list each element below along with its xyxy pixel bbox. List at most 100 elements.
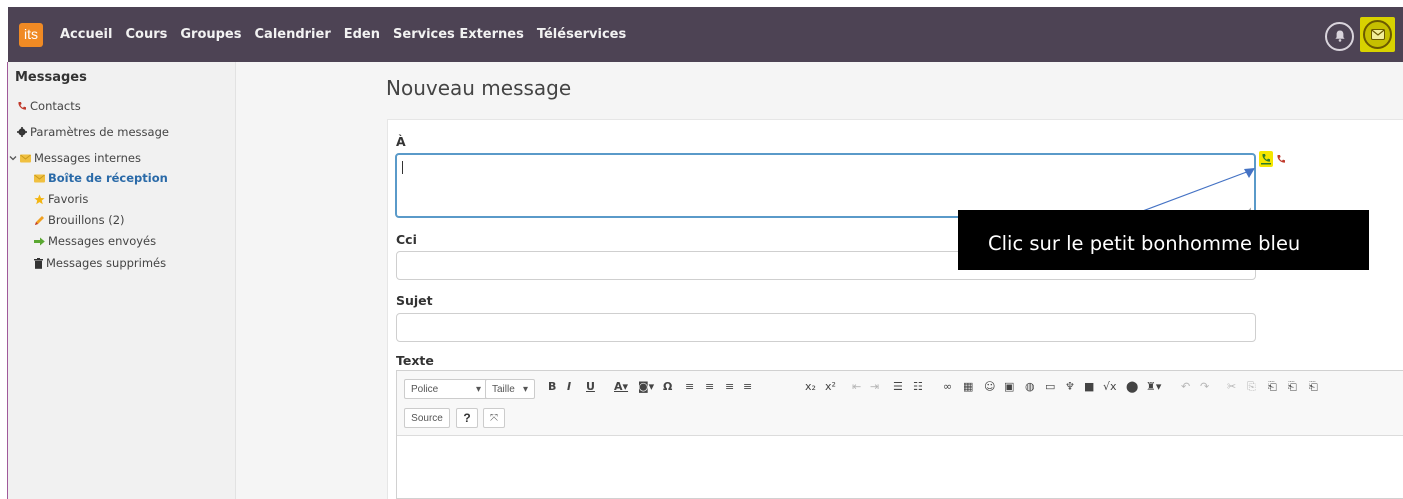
size-select-label: Taille [492,383,515,395]
expand-icon: ⤧ [490,412,498,424]
bell-icon [1334,30,1345,42]
nav-item-cours[interactable]: Cours [125,27,167,42]
image-icon[interactable]: ▭ [1045,380,1055,393]
to-field[interactable]: ◢ [395,153,1256,218]
top-navigation-bar: its Accueil Cours Groupes Calendrier Ede… [8,7,1403,62]
sidebar-title: Messages [15,70,87,85]
text-color-icon[interactable]: A▾ [614,380,628,393]
main-nav: Accueil Cours Groupes Calendrier Eden Se… [53,27,626,42]
nav-item-eden[interactable]: Eden [344,27,380,42]
bold-icon[interactable]: B [548,380,556,393]
star-icon [34,194,45,204]
indent-icon[interactable]: ⇥ [870,380,879,393]
italic-icon[interactable]: I [567,380,571,393]
source-label: Source [411,412,443,424]
underline-icon[interactable]: U [586,380,595,393]
nav-item-calendrier[interactable]: Calendrier [255,27,331,42]
subscript-icon[interactable]: x₂ [805,380,816,393]
sidebar-item-label: Brouillons (2) [48,213,125,227]
sidebar-item-label: Contacts [30,99,81,113]
paste-text-icon[interactable]: ⎗ [1288,380,1297,394]
subject-field[interactable] [396,313,1256,342]
arrow-right-icon [34,237,45,245]
sidebar-item-contacts[interactable]: Contacts [17,99,81,113]
help-button[interactable]: ? [456,408,478,428]
sidebar-item-label: Favoris [48,192,89,206]
smiley-icon[interactable]: ☺ [984,380,995,393]
envelope-icon [34,174,45,182]
cut-icon[interactable]: ✂ [1227,380,1236,393]
align-right-icon[interactable]: ≡ [725,380,734,393]
envelope-icon [1370,29,1385,40]
align-left-icon[interactable]: ≡ [685,380,694,393]
messages-sidebar: Messages Contacts Paramètres de message … [8,62,236,499]
nav-item-teleservices[interactable]: Téléservices [537,27,626,42]
link-icon[interactable]: ∞ [943,380,952,393]
notifications-button[interactable] [1325,21,1354,51]
sidebar-item-deleted[interactable]: Messages supprimés [34,256,166,270]
sidebar-item-label: Paramètres de message [30,125,169,139]
font-select[interactable]: Police ▾ [404,379,488,399]
bullet-list-icon[interactable]: ☷ [913,380,923,393]
trash-icon [34,257,43,269]
phone-icon [18,102,26,110]
text-caret [402,161,403,174]
copy-icon[interactable]: ⎘ [1247,380,1256,394]
microphone-icon[interactable]: ♆ [1065,380,1075,393]
sidebar-item-internal-messages[interactable]: Messages internes [9,151,141,165]
to-label: À [396,134,406,149]
sidebar-item-label: Boîte de réception [48,171,168,185]
redo-icon[interactable]: ↷ [1200,380,1209,393]
embed-code-icon[interactable]: ⬤ [1126,380,1138,393]
nav-item-groupes[interactable]: Groupes [180,27,241,42]
pencil-icon [35,215,44,225]
cc-label: Cci [396,232,417,247]
nav-item-accueil[interactable]: Accueil [60,27,112,42]
chevron-down-icon: ▾ [522,383,528,395]
size-select[interactable]: Taille ▾ [485,379,535,399]
subject-label: Sujet [396,293,433,308]
sidebar-item-inbox[interactable]: Boîte de réception [34,171,168,185]
math-icon[interactable]: √x [1103,380,1117,393]
sidebar-item-label: Messages supprimés [46,256,167,270]
top-icons [1325,17,1395,52]
font-select-label: Police [411,383,439,395]
align-center-icon[interactable]: ≡ [705,380,714,393]
video-icon[interactable]: ■ [1084,380,1094,393]
widget-icon[interactable]: ♜▾ [1146,380,1161,393]
help-label: ? [463,411,471,425]
nav-item-services-externes[interactable]: Services Externes [393,27,524,42]
superscript-icon[interactable]: x² [825,380,836,393]
editor-content-area[interactable] [397,436,1403,499]
special-char-icon[interactable]: Ω [663,380,672,393]
align-justify-icon[interactable]: ≡ [743,380,752,393]
envelope-icon [20,154,31,162]
table-icon[interactable]: ▦ [963,380,973,393]
messages-button[interactable] [1363,20,1392,49]
sidebar-item-settings[interactable]: Paramètres de message [17,125,169,139]
template-icon[interactable]: ▣ [1004,380,1014,393]
maximize-button[interactable]: ⤧ [483,408,505,428]
paste-icon[interactable]: ⎗ [1268,380,1277,394]
sidebar-item-favorites[interactable]: Favoris [34,192,88,206]
chevron-down-icon: ▾ [475,383,481,395]
sidebar-item-sent[interactable]: Messages envoyés [34,234,156,248]
background-color-icon[interactable]: ◙▾ [638,380,654,393]
sidebar-item-drafts[interactable]: Brouillons (2) [34,213,125,227]
numbered-list-icon[interactable]: ☰ [893,380,903,393]
source-button[interactable]: Source [404,408,450,428]
outdent-icon[interactable]: ⇤ [852,380,861,393]
phone-icon[interactable] [1276,154,1286,164]
annotation-callout: Clic sur le petit bonhomme bleu [958,210,1369,270]
rich-text-editor: Police ▾ Taille ▾ B I U A▾ ◙▾ Ω ≡ ≡ ≡ ≡ … [396,370,1403,499]
gear-icon [17,127,27,137]
sidebar-item-label: Messages envoyés [48,234,157,248]
page-title: Nouveau message [386,76,572,100]
undo-icon[interactable]: ↶ [1181,380,1190,393]
its-logo[interactable]: its [19,22,43,47]
messages-highlight [1360,17,1395,52]
chevron-down-icon [9,156,17,161]
paste-word-icon[interactable]: ⎗ [1309,380,1318,394]
sidebar-item-label: Messages internes [34,151,141,165]
globe-icon[interactable]: ◍ [1025,380,1035,393]
